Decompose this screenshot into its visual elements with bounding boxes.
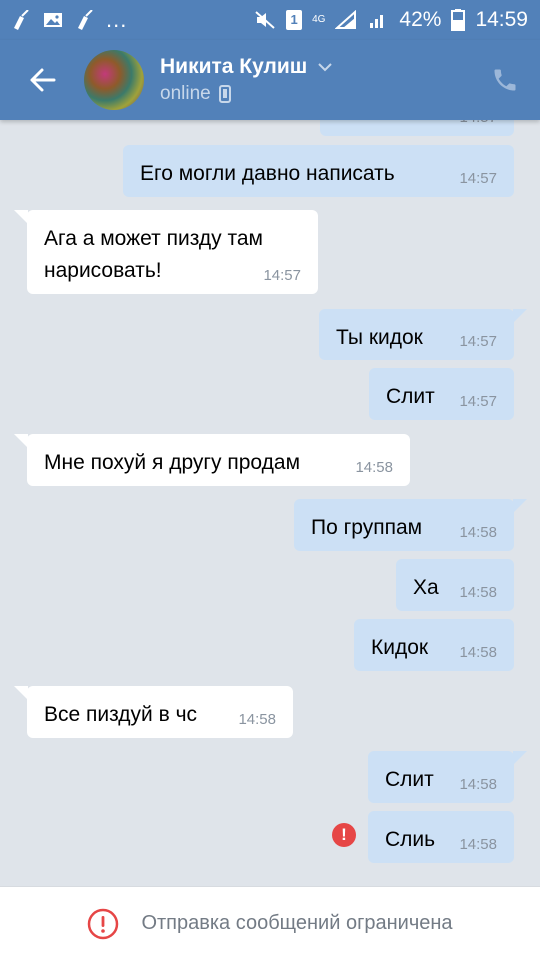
message-time: 14:58 — [459, 524, 497, 541]
message-time: 14:57 — [263, 267, 301, 284]
message-time: 14:58 — [459, 776, 497, 793]
chat-header: Никита Кулиш online — [0, 40, 540, 120]
message-bubble[interactable]: По группам 14:58 — [294, 499, 527, 551]
bubble-tail — [513, 751, 527, 765]
bubble-tail — [14, 210, 28, 224]
message-bubble[interactable]: Его могли давно написать 14:57 — [123, 145, 514, 197]
message-time: 14:57 — [459, 333, 497, 350]
bubble-tail — [14, 686, 28, 700]
message-bubble[interactable]: Ты кидок 14:57 — [319, 309, 527, 360]
bubble-tail — [14, 434, 28, 448]
battery-level: 42% — [399, 8, 442, 31]
message-bubble[interactable]: Слит 14:58 — [368, 751, 527, 803]
back-button[interactable] — [0, 40, 84, 120]
network-type: 4G — [312, 14, 326, 25]
mute-icon — [255, 11, 275, 29]
signal-bars-icon — [370, 15, 384, 28]
message-text: Кидок — [371, 636, 429, 659]
message-text: Его могли давно написать — [140, 162, 395, 185]
message-bubble[interactable]: Ага а может пизду там нарисовать! 14:57 — [14, 210, 318, 294]
status-bar: ... 1 4G 42% 14:59 — [0, 0, 540, 40]
message-text: Мне похуй я другу продам — [44, 451, 301, 474]
status-bar-right: 1 4G 42% 14:59 — [254, 8, 528, 32]
message-bubble[interactable]: Все пиздуй в чс 14:58 — [14, 686, 293, 738]
message-bubble[interactable]: Мне похуй я другу продам 14:58 — [14, 434, 410, 486]
bubble-tail — [513, 309, 527, 323]
status-bar-left: ... — [10, 7, 128, 32]
message-time: 14:57 — [459, 170, 497, 187]
message-bubble[interactable]: Ха 14:58 — [396, 559, 514, 611]
contact-status: online — [160, 83, 211, 104]
message-bubble-failed[interactable]: Слиь 14:58 — [368, 811, 514, 863]
message-time: 14:58 — [459, 644, 497, 661]
warning-circle-icon — [88, 908, 119, 939]
send-error-icon[interactable]: ! — [332, 823, 356, 847]
message-text: Ты кидок — [336, 326, 423, 349]
contact-status-row: online — [160, 83, 470, 105]
message-time: 14:57 — [459, 393, 497, 410]
battery-icon — [451, 9, 466, 31]
signal-icon — [335, 10, 357, 29]
restriction-bar: Отправка сообщений ограничена — [0, 886, 540, 960]
avatar[interactable] — [84, 50, 144, 110]
message-bubble[interactable]: Слит 14:57 — [369, 368, 514, 420]
broom-icon — [14, 10, 29, 30]
bubble-tail — [513, 499, 527, 513]
message-time: 14:58 — [459, 584, 497, 601]
phone-icon — [494, 69, 516, 91]
contact-title-row: Никита Кулиш — [160, 55, 470, 79]
message-bubble[interactable]: Кидок 14:58 — [354, 619, 514, 671]
message-text: Ха — [413, 576, 439, 599]
message-text: Слит — [385, 768, 434, 791]
message-time: 14:58 — [238, 711, 276, 728]
chat-screen: 14:57 Его могли давно написать 14:57 Ага… — [0, 0, 540, 960]
restriction-message: Отправка сообщений ограничена — [141, 912, 453, 934]
contact-name: Никита Кулиш — [160, 55, 308, 78]
message-list[interactable]: 14:57 Его могли давно написать 14:57 Ага… — [0, 0, 540, 960]
message-text: Слит — [386, 385, 435, 408]
message-text: Все пиздуй в чс — [44, 703, 198, 726]
broom-icon — [78, 10, 93, 30]
call-button[interactable] — [470, 40, 540, 120]
arrow-left-icon — [30, 68, 56, 92]
chevron-down-icon — [318, 63, 332, 72]
message-text: По группам — [311, 516, 423, 539]
message-text: Ага а может пизду там нарисовать! — [44, 227, 263, 282]
clock: 14:59 — [475, 8, 528, 31]
message-text: Слиь — [385, 828, 436, 851]
contact-info[interactable]: Никита Кулиш online — [160, 55, 470, 105]
sim-badge: 1 — [286, 10, 303, 30]
mobile-phone-icon — [218, 85, 231, 103]
message-time: 14:58 — [459, 836, 497, 853]
more-notifications: ... — [106, 7, 128, 32]
message-time: 14:58 — [355, 459, 393, 476]
image-icon — [44, 13, 62, 27]
